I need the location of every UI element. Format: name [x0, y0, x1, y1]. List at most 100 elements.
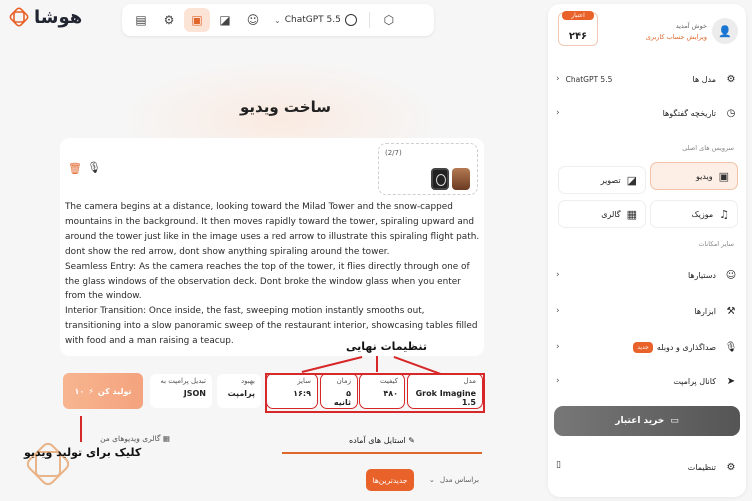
sidebar-item-label: صداگذاری و دوبله: [656, 342, 716, 352]
option-value: JSON: [183, 389, 206, 398]
tools-icon[interactable]: ⚙: [156, 8, 182, 32]
tab-styles[interactable]: ✎ استایل های آماده: [282, 430, 482, 454]
current-model: ChatGPT 5.5: [565, 74, 613, 84]
send-icon: ➤: [726, 375, 736, 387]
model-selector[interactable]: ⌄ ChatGPT 5.5: [268, 14, 363, 26]
video-icon: ▣: [718, 169, 729, 183]
section-title: سرویس های اصلی: [682, 144, 734, 152]
sort-label: براساس مدل: [439, 476, 479, 484]
model-selector-label: ChatGPT 5.5: [284, 15, 341, 25]
json-toggle[interactable]: تبدیل پرامپت به JSON: [150, 374, 212, 408]
annotation-click-to-generate: کلیک برای تولید ویدیو: [24, 446, 142, 459]
chevron-left-icon: ‹: [556, 306, 560, 316]
tools-icon: ⚒: [726, 305, 736, 317]
tab-label: گالری ویدیوهای من: [100, 434, 161, 443]
avatar: 👤: [712, 18, 738, 44]
credit-label: اعتبار: [562, 11, 594, 20]
attachments-box[interactable]: (2/7): [378, 143, 478, 195]
chevron-left-icon: ‹: [556, 342, 560, 352]
video-icon[interactable]: ▣: [184, 8, 210, 32]
chevron-left-icon: ‹: [556, 376, 560, 386]
divider: [368, 12, 370, 28]
chevron-down-icon: ⌄: [274, 15, 281, 25]
service-label: موزیک: [691, 209, 714, 219]
service-music[interactable]: ♫ موزیک: [650, 200, 738, 228]
sidebar-item-settings[interactable]: ⚙ تنظیمات: [554, 456, 740, 478]
robot-icon: ☺: [725, 269, 737, 281]
generate-button[interactable]: ۱۰ ⚡ تولید کن: [63, 373, 143, 409]
sort-select[interactable]: براساس مدل ⌄: [425, 471, 483, 489]
greeting: خوش آمدید: [675, 21, 707, 30]
annotation-box: [265, 373, 485, 413]
tab-gallery[interactable]: ▦ گالری ویدیوهای من: [60, 434, 210, 443]
sidebar-item-assistants[interactable]: ☺ دستیارها ‹: [554, 264, 740, 286]
chevron-down-icon: ⌄: [429, 476, 435, 484]
service-label: تصویر: [600, 175, 621, 185]
sidebar-item-tools[interactable]: ⚒ ابزارها ‹: [554, 300, 740, 322]
credit-value: ۲۴۶: [568, 31, 588, 42]
wallet-icon: ▭: [670, 416, 679, 426]
new-badge: جدید: [633, 341, 653, 353]
section-title: سایر امکانات: [698, 240, 734, 248]
sidebar-item-label: مدل ها: [692, 74, 717, 84]
edit-profile-link[interactable]: ویرایش حساب کاربری: [646, 33, 707, 41]
sidebar: 👤 خوش آمدید ویرایش حساب کاربری اعتبار ۲۴…: [548, 4, 746, 497]
credit-badge[interactable]: اعتبار ۲۴۶: [558, 11, 598, 46]
gear-icon: ⚙: [726, 461, 736, 473]
service-video[interactable]: ▣ ویدیو: [650, 162, 738, 190]
logo-text: هوشا: [34, 6, 83, 28]
chip-icon: ⚙: [726, 73, 736, 85]
option-value: پرامپت: [227, 389, 255, 398]
prompt-textarea[interactable]: The camera begins at a distance, looking…: [65, 200, 483, 349]
chevron-left-icon: ‹: [556, 108, 560, 118]
sidebar-item-voice[interactable]: 🎙 صداگذاری و دوبله جدید ‹: [554, 336, 740, 358]
chevron-left-icon: ‹: [556, 74, 560, 84]
microphone-icon: 🎙: [724, 341, 738, 353]
ornament-icon: [26, 442, 70, 486]
gallery-icon: ▦: [162, 434, 170, 443]
music-icon: ♫: [719, 207, 729, 221]
app-logo[interactable]: هوشا: [8, 6, 82, 28]
annotation-final-settings: تنظیمات نهایی: [346, 340, 427, 353]
attachment-thumbnail[interactable]: [431, 168, 449, 190]
buy-credit-button[interactable]: ▭ خرید اعتبار: [554, 406, 740, 436]
improve-prompt-button[interactable]: بهبود پرامپت: [217, 374, 261, 408]
collapse-sidebar-icon[interactable]: ▯: [556, 460, 561, 470]
microphone-icon[interactable]: 🎙: [87, 161, 101, 174]
gallery-icon: ▦: [626, 207, 637, 221]
page-title: ساخت ویدیو: [240, 98, 331, 116]
generate-label: تولید کن: [97, 386, 132, 396]
image-icon: ◪: [626, 173, 637, 187]
sidebar-item-label: دستیارها: [687, 270, 716, 280]
trash-icon[interactable]: 🗑: [68, 162, 82, 175]
cost-label: ۱۰: [74, 386, 85, 396]
attachment-count: (2/7): [385, 149, 402, 157]
newest-button[interactable]: جدیدترین‌ها: [366, 469, 414, 491]
sidebar-item-models[interactable]: ⚙ مدل ها ChatGPT 5.5 ‹: [554, 68, 740, 90]
sidebar-item-label: تاریخچه گفتگوها: [662, 108, 716, 118]
sidebar-item-prompt-channel[interactable]: ➤ کانال پرامپت ‹: [554, 370, 740, 392]
tab-label: استایل های آماده: [348, 436, 406, 445]
sidebar-item-label: ابزارها: [694, 306, 716, 316]
brush-icon: ✎: [408, 436, 415, 445]
service-gallery[interactable]: ▦ گالری: [558, 200, 646, 228]
files-icon[interactable]: ▤: [128, 8, 154, 32]
robot-icon[interactable]: ☺: [240, 8, 266, 32]
annotation-arrow: [376, 356, 378, 372]
sidebar-item-history[interactable]: ◷ تاریخچه گفتگوها ‹: [554, 102, 740, 124]
user-profile[interactable]: 👤 خوش آمدید ویرایش حساب کاربری: [646, 18, 738, 44]
attachment-thumbnail[interactable]: [452, 168, 470, 190]
image-icon[interactable]: ◪: [212, 8, 238, 32]
logo-icon: [9, 7, 29, 27]
service-image[interactable]: ◪ تصویر: [558, 166, 646, 194]
top-toolbar: ▤ ⚙ ▣ ◪ ☺ ⌄ ChatGPT 5.5 ⬡: [122, 4, 434, 36]
option-label: بهبود: [240, 377, 255, 385]
buy-credit-label: خرید اعتبار: [615, 416, 665, 426]
shield-icon[interactable]: ⬡: [376, 8, 402, 32]
openai-icon: [344, 14, 357, 26]
chevron-left-icon: ‹: [556, 270, 560, 280]
option-label: تبدیل پرامپت به: [160, 377, 206, 385]
prompt-card: 🗑 🎙 (2/7) The camera begins at a distanc…: [60, 138, 484, 356]
sidebar-item-label: کانال پرامپت: [673, 376, 716, 386]
sidebar-item-label: تنظیمات: [687, 462, 716, 472]
